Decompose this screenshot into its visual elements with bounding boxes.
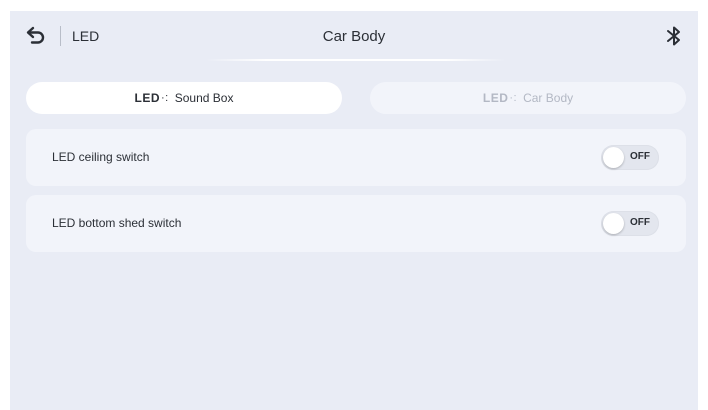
page-title: Car Body [322,28,386,45]
led-ceiling-toggle[interactable]: OFF [601,145,659,170]
setting-label: LED bottom shed switch [52,216,182,230]
app-screen: LED Car Body LED ·: Sound Box LED ·: Car B… [10,11,698,410]
header-underline [206,59,506,61]
toggle-state: OFF [630,151,650,162]
led-bottom-shed-toggle[interactable]: OFF [601,211,659,236]
tab-car-body[interactable]: LED ·: Car Body [370,82,686,114]
led-light-icon: LED ·: [482,91,518,105]
toggle-state: OFF [630,217,650,228]
tab-icon-text: LED [482,91,509,105]
tab-label: Car Body [523,91,574,105]
toggle-knob [603,213,624,234]
tab-sound-box[interactable]: LED ·: Sound Box [26,82,342,114]
setting-row-led-ceiling: LED ceiling switch OFF [26,129,686,186]
led-light-icon: LED ·: [134,91,169,105]
setting-row-led-bottom-shed: LED bottom shed switch OFF [26,195,686,252]
bluetooth-icon[interactable] [664,24,684,48]
toggle-knob [603,147,624,168]
tab-icon-text: LED [134,91,161,105]
tab-label: Sound Box [174,91,234,105]
header-bar: LED Car Body [10,11,698,63]
setting-label: LED ceiling switch [52,150,150,164]
